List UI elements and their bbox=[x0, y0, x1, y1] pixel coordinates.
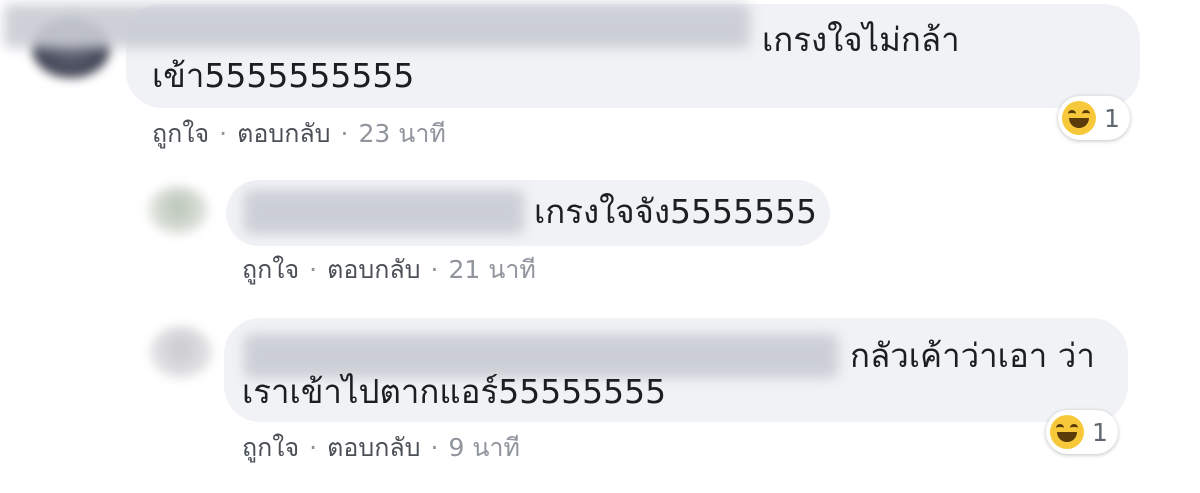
author-name-blurred[interactable] bbox=[244, 190, 524, 234]
like-link[interactable]: ถูกใจ bbox=[242, 254, 299, 286]
timestamp[interactable]: 21 นาที bbox=[449, 254, 536, 286]
reply-link[interactable]: ตอบกลับ bbox=[327, 254, 420, 286]
avatar[interactable] bbox=[150, 326, 212, 378]
separator: · bbox=[430, 255, 439, 284]
haha-icon bbox=[1050, 415, 1084, 449]
reaction-count: 1 bbox=[1092, 417, 1108, 447]
haha-icon bbox=[1062, 101, 1096, 135]
author-name-blurred[interactable] bbox=[4, 4, 750, 48]
timestamp[interactable]: 9 นาที bbox=[449, 432, 520, 464]
reaction-summary[interactable]: 1 bbox=[1046, 410, 1118, 454]
reply-link[interactable]: ตอบกลับ bbox=[237, 118, 330, 150]
comment-text-line-2: เข้า5555555555 bbox=[152, 56, 415, 95]
separator: · bbox=[430, 433, 439, 462]
separator: · bbox=[219, 119, 228, 148]
timestamp[interactable]: 23 นาที bbox=[359, 118, 446, 150]
reply-text: เกรงใจจัง5555555 bbox=[534, 192, 817, 231]
like-link[interactable]: ถูกใจ bbox=[152, 118, 209, 150]
separator: · bbox=[340, 119, 349, 148]
reply-link[interactable]: ตอบกลับ bbox=[327, 432, 420, 464]
separator: · bbox=[309, 433, 318, 462]
reply-actions: ถูกใจ · ตอบกลับ · 21 นาที bbox=[242, 254, 536, 286]
comment-text-line-1: เกรงใจไม่กล้า bbox=[762, 20, 960, 59]
comment-actions: ถูกใจ · ตอบกลับ · 23 นาที bbox=[152, 118, 446, 150]
like-link[interactable]: ถูกใจ bbox=[242, 432, 299, 464]
avatar[interactable] bbox=[148, 186, 208, 234]
reaction-count: 1 bbox=[1104, 103, 1120, 133]
reply-text-line-2: เราเข้าไปตากแอร์55555555 bbox=[242, 372, 667, 411]
separator: · bbox=[309, 255, 318, 284]
reply-text-line-1: กลัวเค้าว่าเอา ว่า bbox=[850, 336, 1095, 375]
reaction-summary[interactable]: 1 bbox=[1058, 96, 1130, 140]
reply-actions: ถูกใจ · ตอบกลับ · 9 นาที bbox=[242, 432, 520, 464]
